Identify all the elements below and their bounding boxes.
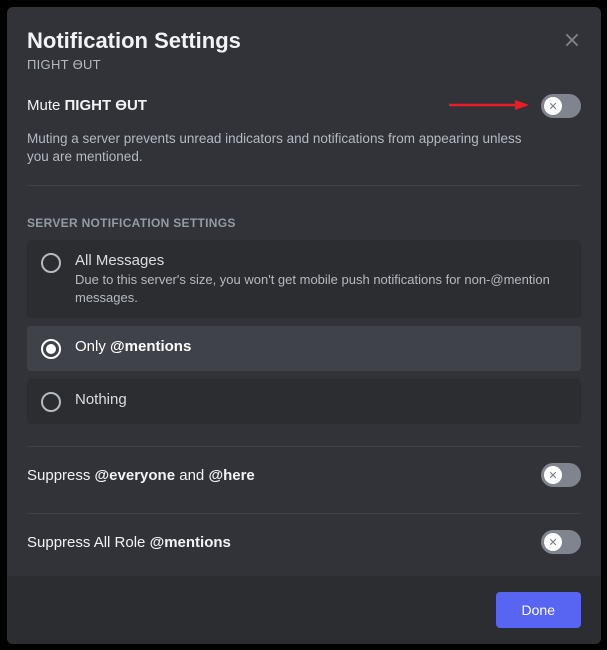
annotation-arrow-icon bbox=[449, 98, 529, 112]
radio-only-label: Only @mentions bbox=[75, 338, 567, 355]
radio-all-messages[interactable]: All Messages Due to this server's size, … bbox=[27, 240, 581, 318]
radio-nothing-label: Nothing bbox=[75, 391, 567, 408]
toggle-off-icon bbox=[547, 536, 559, 548]
notification-settings-modal: Notification Settings ПIGHT ӨUT Mute ПIG… bbox=[7, 7, 601, 644]
modal-title: Notification Settings bbox=[27, 27, 581, 55]
modal-footer: Done bbox=[7, 576, 601, 644]
toggle-off-icon bbox=[547, 100, 559, 112]
text: Suppress bbox=[27, 467, 95, 484]
radio-dot bbox=[46, 344, 56, 354]
toggle-off-icon bbox=[547, 469, 559, 481]
divider bbox=[27, 185, 581, 186]
toggle-knob bbox=[544, 533, 562, 551]
text-bold: @mentions bbox=[110, 338, 191, 355]
text: Only bbox=[75, 338, 110, 355]
mute-row: Mute ПIGHT ӨUT bbox=[27, 84, 581, 126]
mute-label: Mute ПIGHT ӨUT bbox=[27, 97, 147, 114]
radio-circle bbox=[41, 339, 61, 359]
close-button[interactable] bbox=[557, 25, 587, 55]
suppress-roles-toggle[interactable] bbox=[541, 530, 581, 554]
notification-level-radio-group: All Messages Due to this server's size, … bbox=[27, 240, 581, 432]
mute-toggle[interactable] bbox=[541, 94, 581, 118]
mute-description: Muting a server prevents unread indicato… bbox=[27, 130, 547, 168]
radio-nothing[interactable]: Nothing bbox=[27, 379, 581, 424]
modal-subtitle: ПIGHT ӨUT bbox=[27, 57, 581, 72]
modal-content: Mute ПIGHT ӨUT Muting a server prevents … bbox=[7, 84, 601, 577]
done-button[interactable]: Done bbox=[496, 592, 581, 628]
mute-label-prefix: Mute bbox=[27, 97, 65, 114]
radio-circle bbox=[41, 253, 61, 273]
text: Suppress All Role bbox=[27, 534, 150, 551]
text: and bbox=[175, 467, 208, 484]
text-bold: @mentions bbox=[150, 534, 231, 551]
text-bold: @everyone bbox=[95, 467, 176, 484]
suppress-roles-label: Suppress All Role @mentions bbox=[27, 534, 231, 551]
toggle-knob bbox=[544, 466, 562, 484]
radio-all-label: All Messages bbox=[75, 252, 567, 269]
close-icon bbox=[561, 29, 583, 51]
mute-label-server: ПIGHT ӨUT bbox=[65, 97, 147, 114]
suppress-everyone-row: Suppress @everyone and @here bbox=[27, 447, 581, 501]
section-label: SERVER NOTIFICATION SETTINGS bbox=[27, 216, 581, 230]
radio-all-desc: Due to this server's size, you won't get… bbox=[75, 271, 567, 306]
suppress-everyone-label: Suppress @everyone and @here bbox=[27, 467, 255, 484]
radio-only-mentions[interactable]: Only @mentions bbox=[27, 326, 581, 371]
text-bold: @here bbox=[208, 467, 254, 484]
suppress-everyone-toggle[interactable] bbox=[541, 463, 581, 487]
toggle-knob bbox=[544, 97, 562, 115]
radio-circle bbox=[41, 392, 61, 412]
suppress-roles-row: Suppress All Role @mentions bbox=[27, 514, 581, 568]
modal-header: Notification Settings ПIGHT ӨUT bbox=[7, 7, 601, 84]
